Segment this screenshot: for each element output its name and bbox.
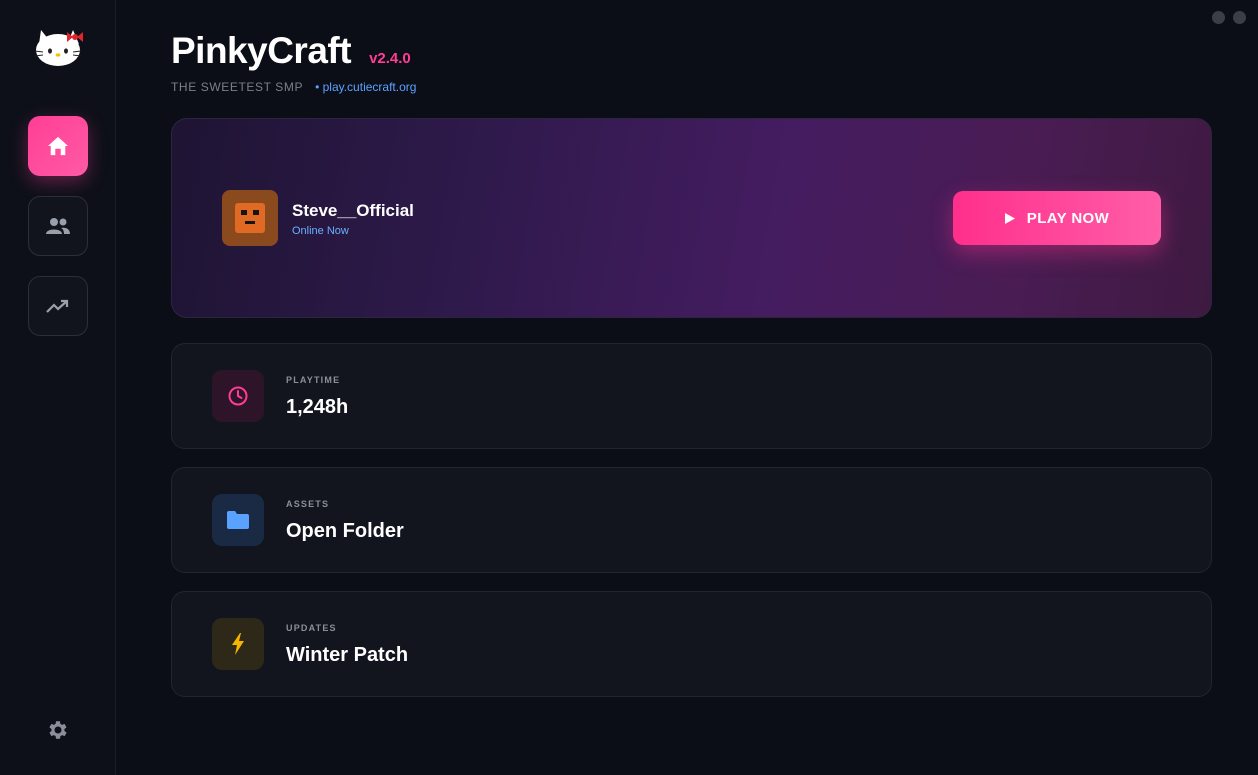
window-controls [1212,11,1246,24]
nav-stats-button[interactable] [28,276,88,336]
server-address-link[interactable]: • play.cutiecraft.org [315,80,416,94]
playtime-card[interactable]: PLAYTIME 1,248h [171,343,1212,449]
card-label: ASSETS [286,499,330,509]
sidebar [0,0,116,775]
hello-kitty-logo [33,24,85,68]
player-name: Steve__Official [292,201,414,220]
lightning-icon [212,618,264,670]
card-label: PLAYTIME [286,375,341,385]
card-value: Winter Patch [286,644,409,666]
tagline: THE SWEETEST SMP [171,80,304,94]
card-label: UPDATES [286,623,337,633]
folder-icon [212,494,264,546]
window-close-button[interactable] [1233,11,1246,24]
assets-card[interactable]: ASSETS Open Folder [171,467,1212,573]
player-avatar [222,190,278,246]
hero-panel: Steve__Official Online Now PLAY NOW [171,118,1212,318]
friends-icon [46,218,70,234]
play-now-label: PLAY NOW [1026,209,1110,227]
play-icon [1004,212,1015,224]
version-badge: v2.4.0 [369,50,411,67]
stats-trending-icon [46,299,69,313]
window-minimize-button[interactable] [1212,11,1225,24]
gear-icon [49,721,67,739]
app-title: PinkyCraft [171,30,352,71]
player-face-icon [235,203,265,233]
player-status: Online Now [292,225,349,237]
play-now-button[interactable]: PLAY NOW [953,191,1161,245]
updates-card[interactable]: UPDATES Winter Patch [171,591,1212,697]
header: PinkyCraft v2.4.0 THE SWEETEST SMP • pla… [171,30,416,94]
settings-button[interactable] [44,716,72,744]
home-icon [48,136,68,156]
nav-home-button[interactable] [28,116,88,176]
clock-icon [212,370,264,422]
card-value: Open Folder [286,520,404,542]
card-value: 1,248h [286,396,349,418]
nav-friends-button[interactable] [28,196,88,256]
